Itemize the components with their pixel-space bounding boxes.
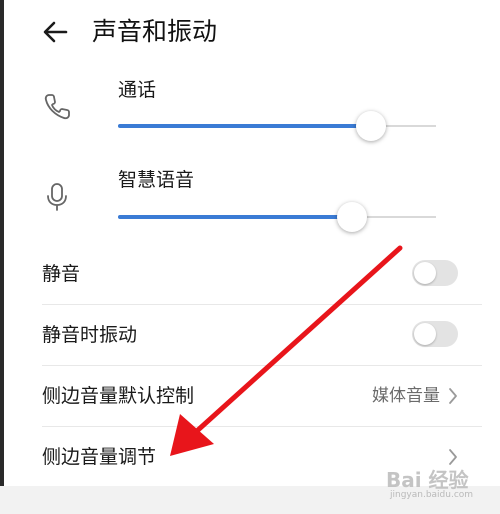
setting-label-side-volume-adjust: 侧边音量调节 — [42, 446, 157, 468]
watermark: Bai 经验 jingyan.baidu.com — [378, 460, 496, 508]
volume-label-call: 通话 — [118, 79, 157, 101]
slider-thumb[interactable] — [355, 111, 386, 141]
mute-toggle[interactable] — [412, 260, 458, 286]
phone-icon — [44, 94, 70, 120]
volume-row-smart-voice: 智慧语音 — [0, 164, 500, 252]
page-title: 声音和振动 — [92, 17, 218, 46]
side-volume-default-value: 媒体音量 — [372, 386, 440, 406]
slider-fill — [118, 215, 352, 219]
setting-label-mute: 静音 — [42, 263, 81, 285]
arrow-left-icon — [43, 21, 68, 43]
setting-vibrate-on-mute[interactable]: 静音时振动 — [18, 305, 482, 365]
toggle-knob — [414, 323, 436, 345]
slider-fill — [118, 124, 371, 128]
microphone-icon — [47, 183, 67, 211]
slider-thumb[interactable] — [336, 202, 367, 232]
header: 声音和振动 — [0, 0, 500, 64]
volume-slider-smart-voice[interactable] — [118, 201, 436, 233]
setting-label-vibrate-on-mute: 静音时振动 — [42, 324, 138, 346]
watermark-sub: jingyan.baidu.com — [390, 490, 474, 500]
volume-row-call: 通话 — [0, 72, 500, 160]
toggle-knob — [414, 262, 436, 284]
watermark-text: Bai 经验 — [386, 468, 469, 492]
chevron-right-icon — [449, 388, 457, 404]
setting-label-side-volume-default: 侧边音量默认控制 — [42, 385, 195, 407]
back-button[interactable] — [36, 12, 76, 52]
volume-label-smart-voice: 智慧语音 — [118, 169, 195, 191]
setting-side-volume-default[interactable]: 侧边音量默认控制 媒体音量 — [18, 366, 482, 426]
vibrate-on-mute-toggle[interactable] — [412, 321, 458, 347]
volume-slider-call[interactable] — [118, 110, 436, 142]
setting-mute[interactable]: 静音 — [18, 244, 482, 304]
